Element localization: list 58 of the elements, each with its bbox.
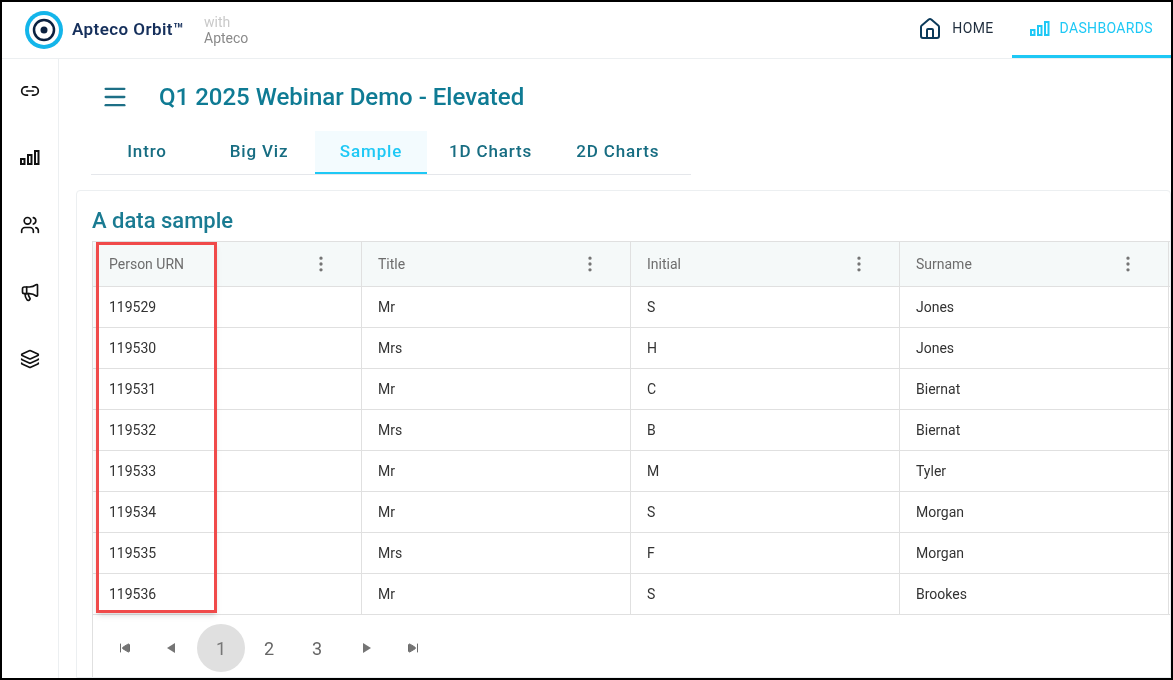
bar-chart-icon: [1029, 20, 1050, 37]
megaphone-icon: [20, 282, 40, 302]
card-title: A data sample: [92, 207, 235, 235]
nav-link[interactable]: HOME: [900, 2, 1012, 58]
right-triangle-icon: [363, 643, 371, 653]
table-cell: Morgan: [900, 533, 1169, 573]
table-cell: Morgan: [900, 492, 1169, 532]
partner-name: Apteco: [204, 30, 249, 46]
table-cell: Jones: [900, 287, 1169, 327]
table-cell: S: [631, 492, 900, 532]
table-cell: Jones: [900, 328, 1169, 368]
tab[interactable]: 2D Charts: [554, 131, 682, 174]
table-cell: Mrs: [362, 410, 631, 450]
table-cell: 119534: [93, 492, 362, 532]
table-cell: M: [631, 451, 900, 491]
column-header[interactable]: Person URN: [93, 242, 362, 286]
page-button[interactable]: 3: [293, 624, 341, 672]
table-cell: Tyler: [900, 451, 1169, 491]
table-cell: 119532: [93, 410, 362, 450]
layers-icon: [20, 349, 40, 369]
table-cell: Biernat: [900, 369, 1169, 409]
table-cell: F: [631, 533, 900, 573]
table-cell: Mr: [362, 574, 631, 614]
column-header[interactable]: Title: [362, 242, 631, 286]
table-cell: Brookes: [900, 574, 1169, 614]
table-cell: 119535: [93, 533, 362, 573]
dashboard-title: Q1 2025 Webinar Demo - Elevated: [159, 82, 525, 113]
brand-name: Apteco Orbit™: [72, 18, 185, 42]
column-header[interactable]: Surname: [900, 242, 1169, 286]
bar-chart-icon: [20, 150, 40, 166]
table-cell: S: [631, 287, 900, 327]
table-cell: Mr: [362, 287, 631, 327]
table-cell: H: [631, 328, 900, 368]
table-cell: Mrs: [362, 328, 631, 368]
table-cell: Mr: [362, 492, 631, 532]
left-triangle-icon: [167, 643, 175, 653]
table-cell: Mr: [362, 369, 631, 409]
table-cell: C: [631, 369, 900, 409]
sidebar-button[interactable]: [18, 347, 42, 371]
page-button[interactable]: 2: [245, 624, 293, 672]
table-cell: Biernat: [900, 410, 1169, 450]
tab[interactable]: Big Viz: [203, 131, 315, 174]
table-cell: 119530: [93, 328, 362, 368]
column-header[interactable]: Initial: [631, 242, 900, 286]
tab[interactable]: Intro: [91, 131, 203, 174]
table-cell: 119531: [93, 369, 362, 409]
table-cell: S: [631, 574, 900, 614]
home-icon: [918, 16, 943, 41]
tab[interactable]: 1D Charts: [427, 131, 555, 174]
table-cell: Mr: [362, 451, 631, 491]
table-cell: 119529: [93, 287, 362, 327]
orbit-logo-icon: [24, 10, 64, 50]
people-icon: [20, 215, 40, 235]
table-cell: Mrs: [362, 533, 631, 573]
page-button[interactable]: 1: [197, 624, 245, 672]
table-cell: 119533: [93, 451, 362, 491]
table-cell: 119536: [93, 574, 362, 614]
table-cell: B: [631, 410, 900, 450]
